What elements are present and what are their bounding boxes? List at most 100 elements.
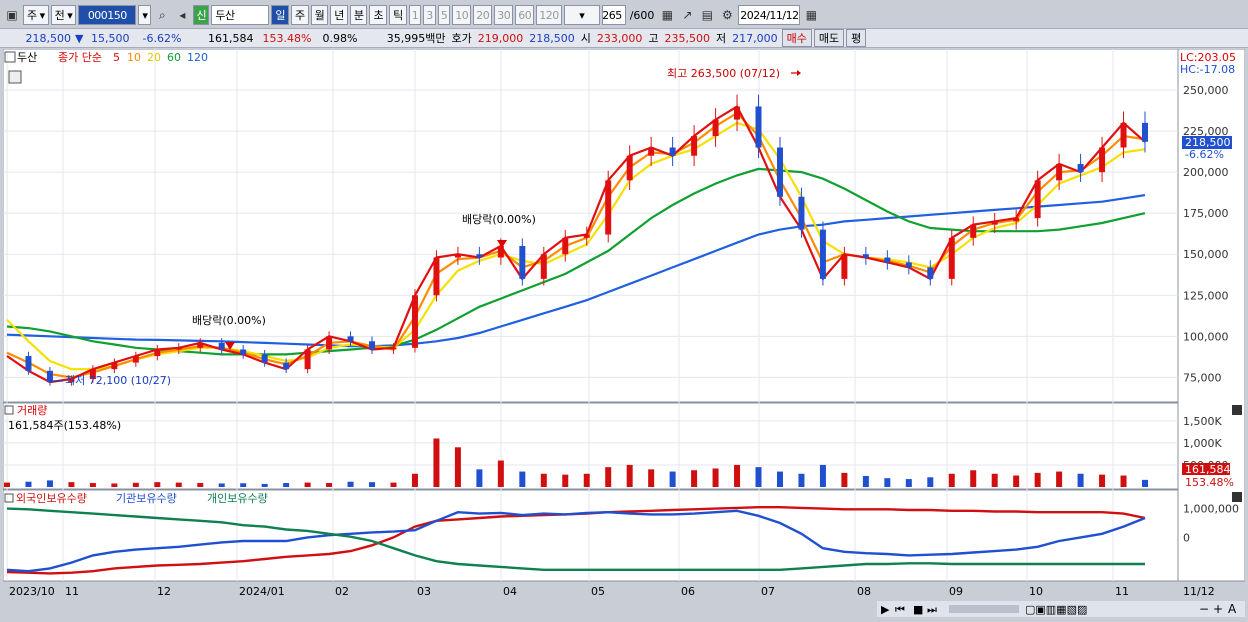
volume-bar: [648, 469, 655, 487]
candle-body: [411, 295, 418, 348]
window-icon[interactable]: ▣: [3, 5, 21, 25]
candle-body: [970, 224, 977, 238]
code-dropdown-icon[interactable]: ▾: [138, 5, 152, 25]
interval-3[interactable]: 3: [423, 5, 436, 25]
x-tick-label: 2024/01: [239, 585, 285, 598]
zoom-slider[interactable]: [949, 605, 1019, 613]
calculator-icon[interactable]: [8, 70, 22, 84]
low-price: 217,000: [732, 31, 778, 45]
x-tick-label: 11: [65, 585, 79, 598]
prev-select[interactable]: 전 ▾: [50, 5, 77, 25]
date-field[interactable]: 2024/11/12: [738, 5, 801, 25]
x-tick-label: 09: [949, 585, 963, 598]
interval-120[interactable]: 120: [536, 5, 562, 25]
stock-name-field[interactable]: 두산: [211, 5, 270, 25]
holder-legend-individual[interactable]: 개인보유수량: [207, 492, 268, 505]
ma-indicator-label[interactable]: 종가 단순: [58, 51, 102, 64]
volume-bar: [583, 473, 590, 487]
candle-body: [691, 136, 698, 156]
draw-tool-icon[interactable]: ↗: [678, 5, 696, 25]
scroll-first-icon[interactable]: ⏮: [895, 603, 905, 616]
candle-body: [111, 362, 118, 370]
gear-icon[interactable]: ⚙: [718, 5, 736, 25]
search-icon[interactable]: ⌕: [153, 5, 171, 25]
candle-body: [1056, 163, 1063, 181]
interval-1[interactable]: 1: [408, 5, 422, 25]
volume-bar: [948, 473, 955, 487]
volume-panel-close-icon[interactable]: [1232, 405, 1242, 415]
prev-label: 전: [54, 9, 65, 22]
code-input[interactable]: 000150: [78, 5, 137, 25]
sell-button[interactable]: 매도: [813, 29, 845, 47]
buy-button[interactable]: 매수: [781, 29, 812, 47]
holder-legend-foreign[interactable]: 외국인보유수량: [16, 492, 87, 505]
volume-bar: [1056, 471, 1063, 487]
period-tab-month[interactable]: 월: [310, 5, 329, 25]
scroll-right-icon[interactable]: ▶: [881, 603, 890, 616]
period-tab-week[interactable]: 주: [290, 5, 309, 25]
x-tick-label: 05: [591, 585, 605, 598]
chart-svg[interactable]: 250,000225,000200,000175,000150,000125,0…: [2, 48, 1246, 619]
interval-30[interactable]: 30: [494, 5, 514, 25]
settings-grid-icon[interactable]: ▦: [658, 5, 676, 25]
price-y-tick: 200,000: [1183, 166, 1229, 179]
calendar-icon[interactable]: ▦: [802, 5, 820, 25]
save-icon[interactable]: ▤: [698, 5, 716, 25]
interval-10[interactable]: 10: [452, 5, 472, 25]
x-tick-label: 10: [1029, 585, 1043, 598]
interval-20[interactable]: 20: [473, 5, 493, 25]
period-tab-tick[interactable]: 틱: [389, 5, 407, 25]
new-badge: 신: [193, 5, 210, 25]
ma-legend-60[interactable]: 60: [167, 51, 181, 64]
volume-bar: [390, 482, 397, 487]
volume-bar: [89, 483, 96, 487]
holder-y-tick: 1,000,000: [1183, 503, 1239, 516]
volume-bar: [326, 483, 333, 487]
toolbar: ▣ 주 ▾ 전 ▾ 000150 ▾ ⌕ ◂ 신 두산 일 주 월 년 분 초 …: [0, 3, 1248, 27]
x-tick-label: 07: [761, 585, 775, 598]
ma-legend-5[interactable]: 5: [113, 51, 120, 64]
holder-panel-close-icon[interactable]: [1232, 492, 1242, 502]
candle-body: [519, 246, 526, 279]
zoom-in-icon[interactable]: +: [1213, 602, 1223, 616]
candle-body: [283, 362, 290, 370]
period-tab-day[interactable]: 일: [271, 5, 289, 25]
ma-legend-120[interactable]: 120: [187, 51, 208, 64]
scroll-stop-icon[interactable]: ■: [913, 603, 923, 616]
candle-body: [776, 147, 783, 197]
volume-bar: [669, 471, 676, 487]
period-tab-year[interactable]: 년: [330, 5, 348, 25]
x-tick-label: 2023/10: [9, 585, 55, 598]
candle-body: [905, 262, 912, 268]
candle-body: [927, 267, 934, 279]
layout-icons[interactable]: ▢▣▥▦▧▨: [1025, 603, 1087, 616]
interval-60[interactable]: 60: [515, 5, 535, 25]
chart-area: 250,000 225,000 200,000 175,000 150,000 125,0…: [2, 48, 1246, 619]
ma-legend-10[interactable]: 10: [127, 51, 141, 64]
font-size-icon[interactable]: A: [1228, 602, 1237, 616]
speaker-icon[interactable]: ◂: [173, 5, 191, 25]
volume-bar: [46, 480, 53, 487]
volume-bar: [347, 481, 354, 487]
candle-body: [326, 336, 333, 350]
open-label: 시: [580, 32, 591, 45]
volume-bar: [1099, 474, 1106, 487]
scroll-last-icon[interactable]: ⏭: [927, 603, 937, 616]
period-tab-minute[interactable]: 분: [349, 5, 368, 25]
amount: 35,995백만: [386, 32, 446, 45]
eval-button[interactable]: 평: [846, 29, 867, 47]
period-tab-second[interactable]: 초: [369, 5, 388, 25]
volume-bar: [1077, 473, 1084, 487]
candle-body: [884, 257, 891, 263]
count-max: /600: [629, 8, 655, 22]
candle-body: [1034, 180, 1041, 219]
candle-body: [648, 147, 655, 156]
market-select[interactable]: 주 ▾: [23, 5, 49, 25]
interval-custom-input[interactable]: ▾: [563, 5, 600, 25]
zoom-out-icon[interactable]: −: [1199, 602, 1209, 616]
interval-5[interactable]: 5: [437, 5, 451, 25]
volume-ratio: 153.48%: [262, 31, 312, 45]
count-input[interactable]: 265: [601, 5, 626, 25]
holder-legend-institution[interactable]: 기관보유수량: [116, 492, 177, 505]
ma-legend-20[interactable]: 20: [147, 51, 161, 64]
